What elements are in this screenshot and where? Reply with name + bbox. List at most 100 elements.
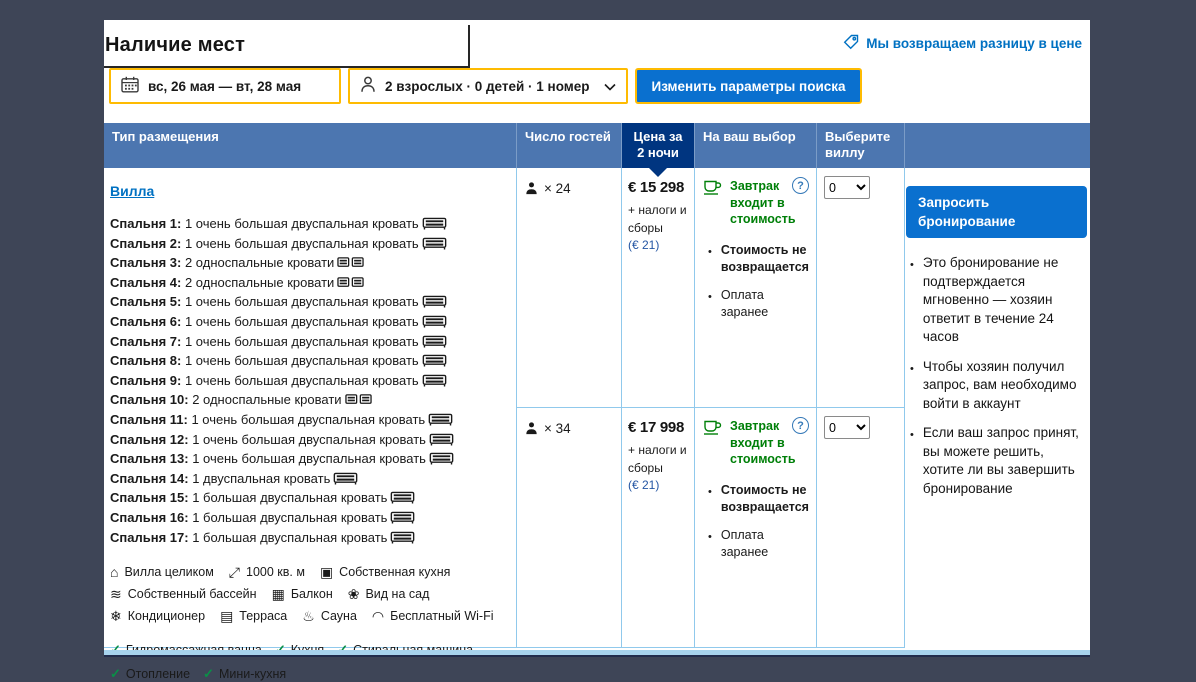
size-icon: ⤢ xyxy=(229,565,240,579)
bullet-icon xyxy=(708,483,712,516)
occupancy-value: 2 взрослых · 0 детей · 1 номер xyxy=(385,79,595,94)
condition-label: Стоимость не возвращается xyxy=(721,242,810,276)
bedroom-line: Спальня 3: 2 односпальные кровати xyxy=(110,254,512,274)
bedroom-line: Спальня 14: 1 двуспальная кровать xyxy=(110,470,512,490)
amenity-label: Сауна xyxy=(321,609,357,623)
help-icon[interactable]: ? xyxy=(792,417,809,434)
bedroom-line: Спальня 9: 1 очень большая двуспальная к… xyxy=(110,372,512,392)
bedroom-line: Спальня 17: 1 большая двуспальная кроват… xyxy=(110,529,512,549)
conditions-cell: Завтрак входит в стоимость ? Стоимость н… xyxy=(695,168,817,408)
condition-label: Оплата заранее xyxy=(721,287,810,321)
booking-note: Если ваш запрос принят, вы можете решить… xyxy=(910,424,1086,498)
amenity-item: ❀Вид на сад xyxy=(348,587,430,601)
feature-label: Мини-кухня xyxy=(219,667,286,681)
booking-note: Чтобы хозяин получил запрос, вам необход… xyxy=(910,358,1086,414)
amenity-label: Вид на сад xyxy=(365,587,429,601)
bedroom-line: Спальня 4: 2 односпальные кровати xyxy=(110,274,512,294)
amenity-label: Собственный бассейн xyxy=(128,587,257,601)
bullet-icon xyxy=(708,528,712,561)
feature-item: Мини-кухня xyxy=(203,666,286,682)
col-header-select: Выберите виллу xyxy=(817,123,905,168)
villa-quantity-select[interactable]: 0 xyxy=(824,416,870,439)
price-value: € 15 298 xyxy=(628,179,692,196)
double-bed-icon xyxy=(422,374,447,392)
note-text: Чтобы хозяин получил запрос, вам необход… xyxy=(923,358,1086,414)
double-bed-icon xyxy=(429,452,454,470)
taxes-amount: (€ 21) xyxy=(628,477,692,495)
bedroom-line: Спальня 13: 1 очень большая двуспальная … xyxy=(110,450,512,470)
feature-label: Отопление xyxy=(126,667,190,681)
change-search-button[interactable]: Изменить параметры поиска xyxy=(635,68,862,104)
private-kitchen-icon: ▣ xyxy=(320,565,333,579)
col-header-spacer xyxy=(905,123,1090,168)
double-bed-icon xyxy=(422,237,447,255)
section-title-box: Наличие мест xyxy=(104,25,470,68)
terrace-icon: ▤ xyxy=(220,609,233,623)
bedroom-line: Спальня 16: 1 большая двуспальная кроват… xyxy=(110,509,512,529)
col-header-guests: Число гостей xyxy=(517,123,622,168)
double-bed-icon xyxy=(428,413,453,431)
amenity-label: Бесплатный Wi-Fi xyxy=(390,609,493,623)
price-match-label: Мы возвращаем разницу в цене xyxy=(866,36,1082,51)
select-cell: 0 xyxy=(817,168,905,408)
bullet-icon xyxy=(910,359,914,414)
note-text: Если ваш запрос принят, вы можете решить… xyxy=(923,424,1086,498)
bedroom-line: Спальня 15: 1 большая двуспальная кроват… xyxy=(110,489,512,509)
breakfast-label: Завтрак входит в стоимость xyxy=(730,418,799,468)
condition-list: Стоимость не возвращается Оплата заранее xyxy=(703,482,810,561)
taxes-note: + налоги и сборы xyxy=(628,202,690,237)
occupancy-field[interactable]: 2 взрослых · 0 детей · 1 номер xyxy=(348,68,628,104)
breakfast-label: Завтрак входит в стоимость xyxy=(730,178,799,228)
check-icon xyxy=(203,666,214,682)
bedroom-line: Спальня 2: 1 очень большая двуспальная к… xyxy=(110,235,512,255)
amenity-label: Балкон xyxy=(291,587,333,601)
amenity-item: ≋ Собственный бассейн xyxy=(110,587,257,601)
booking-note: Это бронирование не подтверждается мгнов… xyxy=(910,254,1086,347)
request-booking-button[interactable]: Запросить бронирование xyxy=(906,186,1087,238)
amenity-item: ⤢1000 кв. м xyxy=(229,565,305,579)
condition-item: Стоимость не возвращается xyxy=(708,242,810,276)
bullet-icon xyxy=(708,243,712,276)
guests-cell: × 24 xyxy=(517,168,622,408)
double-bed-icon xyxy=(422,295,447,313)
coffee-cup-icon xyxy=(703,178,723,228)
note-text: Это бронирование не подтверждается мгнов… xyxy=(923,254,1086,347)
search-bar: вс, 26 мая — вт, 28 мая 2 взрослых · 0 д… xyxy=(109,68,862,104)
price-match-link[interactable]: Мы возвращаем разницу в цене xyxy=(843,34,1082,53)
breakfast-included: Завтрак входит в стоимость xyxy=(703,178,799,228)
condition-label: Стоимость не возвращается xyxy=(721,482,810,516)
col-header-room-type: Тип размещения xyxy=(104,123,517,168)
amenity-item: ◠Бесплатный Wi-Fi xyxy=(372,609,494,623)
amenity-label: Терраса xyxy=(239,609,287,623)
date-range-field[interactable]: вс, 26 мая — вт, 28 мая xyxy=(109,68,341,104)
price-cell: € 15 298 + налоги и сборы (€ 21) xyxy=(622,168,695,408)
amenity-label: Вилла целиком xyxy=(124,565,213,579)
double-bed-icon xyxy=(333,472,358,490)
page-title: Наличие мест xyxy=(105,34,245,57)
guests-cell: × 34 xyxy=(517,408,622,648)
bedroom-line: Спальня 12: 1 очень большая двуспальная … xyxy=(110,431,512,451)
amenity-list: ⌂Вилла целиком ⤢1000 кв. м ▣Собственная … xyxy=(110,565,512,623)
balcony-icon: ▦ xyxy=(272,587,285,601)
double-bed-icon xyxy=(422,354,447,372)
calendar-icon xyxy=(121,76,139,96)
person-icon xyxy=(525,422,538,438)
amenity-item: ⌂Вилла целиком xyxy=(110,565,214,579)
taxes-amount: (€ 21) xyxy=(628,237,692,255)
villa-quantity-select[interactable]: 0 xyxy=(824,176,870,199)
person-icon xyxy=(525,182,538,198)
room-name-link[interactable]: Вилла xyxy=(110,183,154,199)
private-pool-icon: ≋ xyxy=(110,587,122,601)
help-icon[interactable]: ? xyxy=(792,177,809,194)
price-value: € 17 998 xyxy=(628,419,692,436)
breakfast-included: Завтрак входит в стоимость xyxy=(703,418,799,468)
person-outline-icon xyxy=(360,76,376,96)
chevron-down-icon xyxy=(604,79,616,94)
condition-item: Стоимость не возвращается xyxy=(708,482,810,516)
coffee-cup-icon xyxy=(703,418,723,468)
amenity-item: ❄Кондиционер xyxy=(110,609,205,623)
double-bed-icon xyxy=(429,433,454,451)
availability-panel: Наличие мест Мы возвращаем разницу в цен… xyxy=(104,20,1090,657)
double-bed-icon xyxy=(422,335,447,353)
twin-beds-icon xyxy=(337,256,364,274)
